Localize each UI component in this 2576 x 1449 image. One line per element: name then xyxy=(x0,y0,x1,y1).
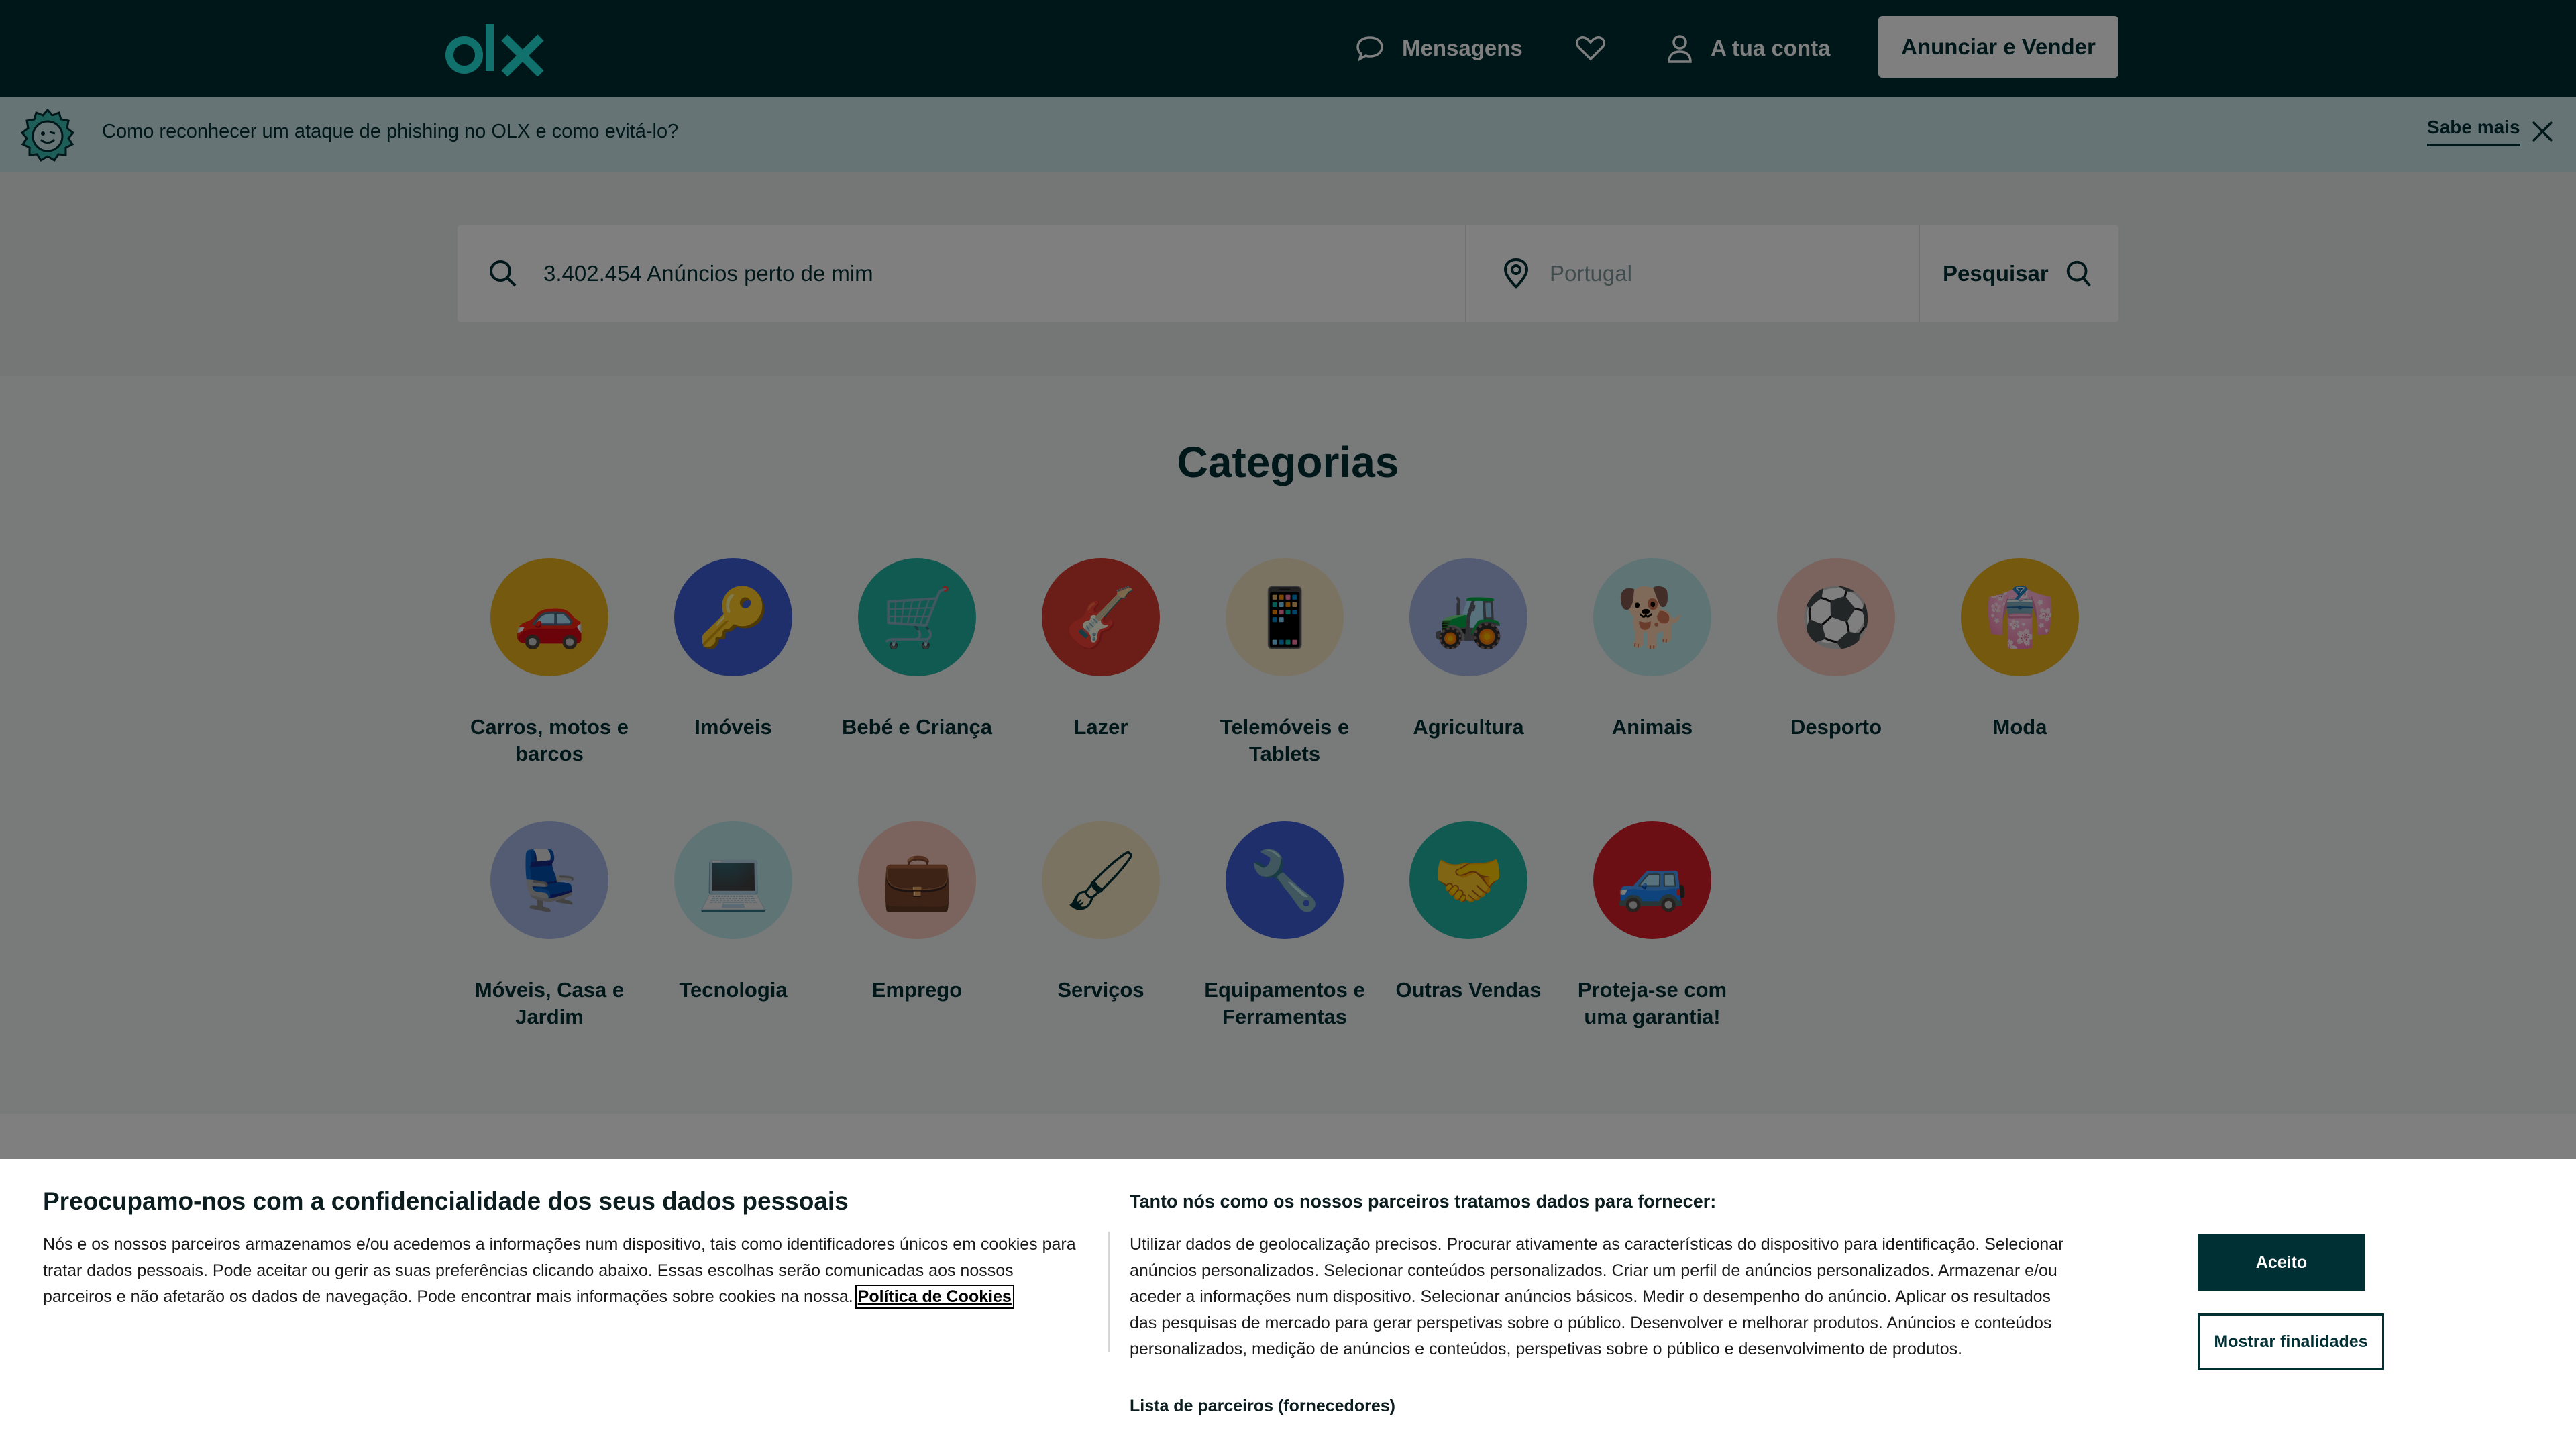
search-button[interactable]: Pesquisar xyxy=(1943,225,2094,322)
search-section: 3.402.454 Anúncios perto de mim Portugal… xyxy=(0,172,2576,376)
heart-icon xyxy=(1576,36,1605,61)
search-input[interactable]: 3.402.454 Anúncios perto de mim xyxy=(543,225,1456,322)
category-item[interactable]: 🐕 Animais xyxy=(1560,558,1744,741)
category-item[interactable]: 🚜 Agricultura xyxy=(1377,558,1560,741)
category-item[interactable]: ⚽ Desporto xyxy=(1744,558,1928,741)
post-ad-button[interactable]: Anunciar e Vender xyxy=(1878,16,2118,78)
category-label: Emprego xyxy=(871,978,963,1002)
category-label: Outras Vendas xyxy=(1395,978,1542,1002)
category-label: Imóveis xyxy=(694,715,772,739)
category-label: Moda xyxy=(1992,715,2047,739)
messages-link[interactable]: Mensagens xyxy=(1355,0,1523,97)
cookie-divider xyxy=(1108,1232,1110,1352)
cookie-policy-link[interactable]: Política de Cookies xyxy=(855,1285,1014,1309)
search-bar: 3.402.454 Anúncios perto de mim Portugal… xyxy=(458,225,2118,322)
category-label: Lazer xyxy=(1073,715,1128,739)
paint-roller-icon: 🖌 xyxy=(1042,821,1160,939)
categories-title: Categorias xyxy=(1177,438,1399,486)
shield-car-icon: 🚙 xyxy=(1593,821,1711,939)
laptop-icon: 💻 xyxy=(674,821,792,939)
location-pin-icon xyxy=(1503,258,1529,289)
banner-learn-more-link[interactable]: Sabe mais xyxy=(2427,117,2520,146)
category-item[interactable]: 👘 Moda xyxy=(1928,558,2112,741)
handshake-icon: 🤝 xyxy=(1409,821,1527,939)
favorites-link[interactable] xyxy=(1575,0,1623,97)
tractor-icon: 🚜 xyxy=(1409,558,1527,676)
olx-logo[interactable] xyxy=(445,20,546,76)
category-item[interactable]: 📱 Telemóveis e Tablets xyxy=(1193,558,1377,767)
category-item[interactable]: 🤝 Outras Vendas xyxy=(1377,821,1560,1004)
category-label: Animais xyxy=(1611,715,1693,739)
category-label: Telemóveis e Tablets xyxy=(1220,715,1350,765)
category-label: Proteja-se com uma garantia! xyxy=(1577,978,1727,1028)
briefcase-icon: 💼 xyxy=(858,821,976,939)
cookie-consent-banner: Preocupamo-nos com a confidencialidade d… xyxy=(0,1159,2576,1449)
page-footer-strip xyxy=(0,1114,2576,1159)
category-label: Agricultura xyxy=(1413,715,1524,739)
account-label: A tua conta xyxy=(1711,36,1831,60)
category-label: Serviços xyxy=(1057,978,1144,1002)
top-header: Mensagens A tua conta Anunciar e Vender xyxy=(0,0,2576,97)
category-item[interactable]: 🛒 Bebé e Criança xyxy=(825,558,1009,741)
search-icon xyxy=(490,260,517,287)
location-input[interactable]: Portugal xyxy=(1550,225,1885,322)
stroller-icon: 🛒 xyxy=(858,558,976,676)
key-icon: 🔑 xyxy=(674,558,792,676)
cookie-title: Preocupamo-nos com a confidencialidade d… xyxy=(43,1187,849,1215)
purposes-title: Tanto nós como os nossos parceiros trata… xyxy=(1130,1191,1717,1212)
category-label: Móveis, Casa e Jardim xyxy=(474,978,625,1028)
category-label: Equipamentos e Ferramentas xyxy=(1204,978,1365,1028)
category-label: Tecnologia xyxy=(679,978,788,1002)
guitar-icon: 🎸 xyxy=(1042,558,1160,676)
category-item[interactable]: 🔑 Imóveis xyxy=(641,558,825,741)
search-icon xyxy=(2066,260,2091,287)
search-button-label: Pesquisar xyxy=(1943,261,2049,286)
category-label: Bebé e Criança xyxy=(842,715,992,739)
robe-icon: 👘 xyxy=(1961,558,2079,676)
categories-section: Categorias 🚗 Carros, motos e barcos 🔑 Imóve… xyxy=(0,376,2576,1114)
search-divider xyxy=(1919,225,1920,322)
category-item[interactable]: 🎸 Lazer xyxy=(1009,558,1193,741)
category-label: Desporto xyxy=(1790,715,1882,739)
accept-cookies-button[interactable]: Aceito xyxy=(2198,1234,2365,1291)
chat-bubble-icon xyxy=(1356,36,1383,62)
category-item[interactable]: 💺 Móveis, Casa e Jardim xyxy=(458,821,641,1030)
smartphone-icon: 📱 xyxy=(1226,558,1344,676)
dog-icon: 🐕 xyxy=(1593,558,1711,676)
wrench-icon: 🔧 xyxy=(1226,821,1344,939)
user-icon xyxy=(1668,35,1692,63)
soccer-ball-icon: ⚽ xyxy=(1777,558,1895,676)
account-link[interactable]: A tua conta xyxy=(1666,0,1830,97)
category-item[interactable]: 🚗 Carros, motos e barcos xyxy=(458,558,641,767)
category-item[interactable]: 💻 Tecnologia xyxy=(641,821,825,1004)
vendors-list-link[interactable]: Lista de parceiros (fornecedores) xyxy=(1130,1397,1395,1416)
badge-smiley-icon xyxy=(20,108,75,162)
armchair-icon: 💺 xyxy=(490,821,608,939)
category-item[interactable]: 🚙 Proteja-se com uma garantia! xyxy=(1560,821,1744,1030)
cookie-description: Nós e os nossos parceiros armazenamos e/… xyxy=(43,1232,1076,1310)
show-purposes-button[interactable]: Mostrar finalidades xyxy=(2198,1313,2384,1370)
close-icon[interactable] xyxy=(2530,119,2555,144)
category-item[interactable]: 🖌 Serviços xyxy=(1009,821,1193,1004)
car-icon: 🚗 xyxy=(490,558,608,676)
category-label: Carros, motos e barcos xyxy=(470,715,629,765)
category-item[interactable]: 💼 Emprego xyxy=(825,821,1009,1004)
category-item[interactable]: 🔧 Equipamentos e Ferramentas xyxy=(1193,821,1377,1030)
purposes-text: Utilizar dados de geolocalização preciso… xyxy=(1130,1235,2064,1358)
banner-message: Como reconhecer um ataque de phishing no… xyxy=(102,121,679,142)
search-divider xyxy=(1465,225,1466,322)
phishing-banner: Como reconhecer um ataque de phishing no… xyxy=(0,97,2576,172)
messages-label: Mensagens xyxy=(1402,36,1523,60)
